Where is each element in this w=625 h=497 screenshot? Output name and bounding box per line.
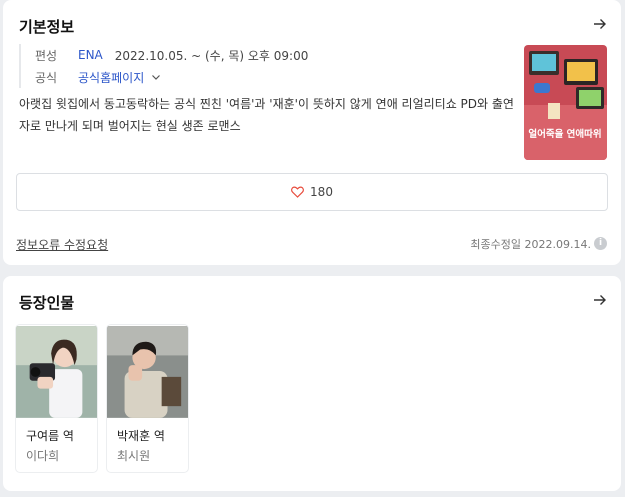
report-error-link[interactable]: 정보오류 수정요청 <box>16 236 108 253</box>
broadcast-label: 편성 <box>35 48 58 63</box>
cast-role: 구여름 역 <box>26 429 74 443</box>
like-count: 180 <box>310 185 333 199</box>
like-button[interactable]: 180 <box>16 173 608 211</box>
synopsis-text: 아랫집 윗집에서 동고동락하는 공식 찐친 '여름'과 '재훈'이 뜻하지 않게… <box>19 97 514 133</box>
poster-title: 얼어죽을 연애따위 <box>528 128 601 140</box>
channel-link[interactable]: ENA <box>78 48 103 62</box>
arrow-right-icon[interactable] <box>593 17 607 31</box>
basic-info-card: 기본정보 편성 ENA 2022.10.05. ~ (수, 목) 오후 09:0… <box>3 0 621 265</box>
chevron-down-icon <box>152 75 161 80</box>
broadcast-row: 편성 ENA 2022.10.05. ~ (수, 목) 오후 09:00 <box>35 44 308 66</box>
cast-photo <box>107 326 188 418</box>
heart-icon <box>291 186 305 198</box>
cast-item-jaehoon[interactable]: 박재훈 역 최시원 <box>106 324 189 473</box>
homepage-dropdown[interactable]: 공식홈페이지 <box>78 69 161 86</box>
schedule-text: 2022.10.05. ~ (수, 목) 오후 09:00 <box>114 48 309 63</box>
info-icon[interactable]: i <box>594 237 607 250</box>
cast-actor-name: 이다희 <box>26 449 60 463</box>
cast-item-yeoreum[interactable]: 구여름 역 이다희 <box>15 324 98 473</box>
meta-block: 편성 ENA 2022.10.05. ~ (수, 목) 오후 09:00 공식 … <box>19 44 308 88</box>
basic-info-title: 기본정보 <box>19 18 75 36</box>
arrow-right-icon[interactable] <box>593 293 607 307</box>
last-updated: 최종수정일 2022.09.14. <box>470 238 591 251</box>
cast-card: 등장인물 구여름 역 이다희 박재훈 역 최시원 <box>3 276 621 491</box>
homepage-label: 공식홈페이지 <box>78 70 145 85</box>
cast-role: 박재훈 역 <box>117 429 165 443</box>
cast-actor-name: 최시원 <box>117 449 151 463</box>
cast-title: 등장인물 <box>19 294 75 312</box>
cast-photo <box>16 326 97 418</box>
poster-image[interactable]: 얼어죽을 연애따위 <box>524 45 607 160</box>
official-label: 공식 <box>35 70 58 85</box>
official-row: 공식 공식홈페이지 <box>35 66 308 88</box>
